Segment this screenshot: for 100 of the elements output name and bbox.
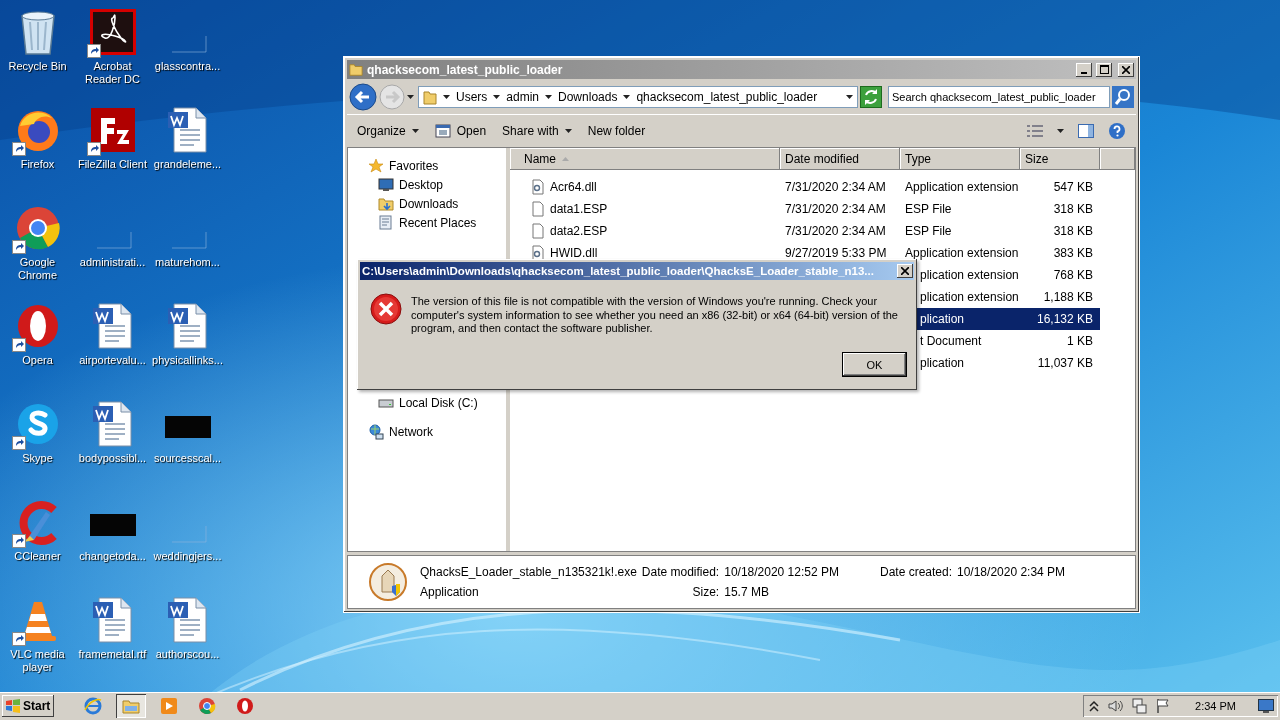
refresh-button[interactable] (860, 85, 882, 108)
icon-label: weddingjers... (153, 550, 222, 562)
file-row[interactable]: data1.ESP 7/31/2020 2:34 AM ESP File 318 KB (510, 198, 1100, 220)
folder-icon (122, 697, 140, 715)
icon-label: Acrobat Reader DC (85, 60, 140, 85)
icon-label: changetoda... (79, 550, 146, 562)
nav-item[interactable]: Favorites (389, 158, 439, 173)
speaker-icon[interactable] (1107, 698, 1124, 714)
icon-label: authorscou... (155, 648, 220, 660)
minimize-icon (1081, 71, 1087, 74)
app-icon[interactable] (88, 8, 137, 56)
icon-label: FileZilla Client (77, 158, 148, 170)
show-hidden-icons-icon[interactable] (1089, 700, 1100, 712)
caret-icon (564, 129, 572, 133)
search-icon[interactable] (1112, 85, 1134, 108)
gear-file-icon (530, 179, 546, 195)
type-cell: plication (920, 356, 965, 370)
dropdown-caret-icon (1057, 129, 1064, 133)
type-cell: plication extension (920, 268, 1019, 282)
icon-label: Opera (22, 354, 53, 366)
dialog-title: C:\Users\admin\Downloads\qhacksecom_latest_public_loader\QhacksE_Loader_stable_n13... (362, 265, 875, 277)
icon-label: sourcesscal... (153, 452, 222, 464)
file-name: Acr64.dll (550, 180, 597, 194)
error-message: The version of this file is not compatible with the version of Windows you're running. Check your computer's system information to see whether you need an x86 (32-bit) or x64 (64-bit) version of the program, and then contact the software publisher. (411, 294, 899, 336)
nav-item[interactable]: Local Disk (C:) (399, 395, 478, 410)
detail-label: Date created: (879, 565, 952, 579)
size-cell: 318 KB (1053, 202, 1093, 216)
nav-item[interactable]: Downloads (399, 196, 459, 211)
size-cell: 318 KB (1053, 224, 1093, 238)
type-cell: Application extension (905, 246, 1019, 260)
close-icon (901, 267, 909, 275)
file-row[interactable]: Acr64.dll 7/31/2020 2:34 AM Application extension 547 KB (510, 176, 1100, 198)
recent-places-icon (378, 214, 394, 231)
column-header[interactable]: Date modified (780, 148, 900, 170)
type-cell: plication extension (920, 290, 1019, 304)
maximize-button[interactable] (1096, 62, 1112, 77)
taskbar-button[interactable] (116, 694, 146, 718)
search-field[interactable]: Search qhacksecom_latest_public_loader (888, 85, 1110, 108)
column-header (1100, 148, 1135, 170)
breadcrumb-item[interactable]: qhacksecom_latest_public_loader (636, 89, 818, 104)
browser-icon (236, 697, 254, 715)
icon-label: bodypossibl... (78, 452, 147, 464)
clock[interactable]: 2:34 PM (1179, 700, 1250, 712)
nav-item[interactable]: Desktop (399, 177, 444, 192)
icon-label: CCleaner (14, 550, 61, 562)
start-button[interactable]: Start (2, 695, 54, 717)
column-header[interactable]: Type (900, 148, 1020, 170)
caret-icon (545, 94, 553, 99)
file-name: data2.ESP (550, 224, 608, 238)
icon-label: framemetal.rtf (78, 648, 147, 660)
close-button[interactable] (1118, 62, 1134, 77)
size-cell: 16,132 KB (1036, 312, 1093, 326)
show-desktop-icon[interactable] (1258, 699, 1274, 713)
caret-icon (443, 94, 450, 99)
toolbar-button[interactable]: Organize (351, 119, 425, 143)
file-type: Application (420, 585, 480, 599)
detail-value: 15.7 MB (724, 585, 770, 599)
type-cell: Application extension (905, 180, 1019, 194)
toolbar-button[interactable]: New folder (581, 119, 652, 143)
icon-label: Google Chrome (17, 256, 58, 281)
detail-value: 10/18/2020 12:52 PM (724, 565, 839, 579)
date-cell: 9/27/2019 5:33 PM (785, 246, 887, 260)
toolbar-button[interactable]: Open (428, 119, 493, 143)
type-cell: plication (920, 312, 965, 326)
preview-pane-icon[interactable] (1078, 123, 1094, 139)
file-row[interactable]: data2.ESP 7/31/2020 2:34 AM ESP File 318 KB (510, 220, 1100, 242)
type-cell: ESP File (905, 202, 952, 216)
browser-icon (84, 697, 102, 715)
column-header[interactable]: Name (510, 148, 780, 170)
back-button[interactable] (349, 82, 377, 111)
detail-value: 10/18/2020 2:34 PM (957, 565, 1066, 579)
monitor-icon (378, 176, 394, 193)
help-icon[interactable] (1108, 122, 1126, 140)
window-icon (434, 123, 451, 139)
window-title: qhacksecom_latest_public_loader (367, 62, 564, 77)
icon-label: glasscontra... (154, 60, 221, 72)
folder-icon (423, 88, 437, 105)
address-bar[interactable]: Users admin Downloads qhacksecom_latest_public_loader (418, 85, 858, 108)
size-cell: 1,188 KB (1043, 290, 1093, 304)
close-icon (1122, 65, 1130, 74)
breadcrumb-item[interactable]: Downloads (558, 89, 618, 104)
flag-icon[interactable] (1155, 698, 1172, 714)
network-icon[interactable] (1131, 698, 1148, 714)
minimize-button[interactable] (1076, 62, 1092, 77)
size-cell: 768 KB (1053, 268, 1093, 282)
size-cell: 547 KB (1053, 180, 1093, 194)
browser-icon (198, 697, 216, 715)
toolbar-button[interactable]: Share with (496, 119, 578, 143)
breadcrumb-item[interactable]: admin (506, 89, 540, 104)
app-icon[interactable] (88, 106, 137, 154)
nav-item[interactable]: Network (389, 424, 433, 439)
size-cell: 383 KB (1053, 246, 1093, 260)
nav-item[interactable]: Recent Places (399, 215, 477, 230)
history-caret-icon (407, 94, 414, 99)
icon-label: administrati... (79, 256, 146, 268)
view-options-icon[interactable] (1027, 125, 1043, 137)
breadcrumb-item[interactable]: Users (456, 89, 488, 104)
column-header[interactable]: Size (1020, 148, 1100, 170)
ok-button[interactable]: OK (843, 353, 906, 376)
close-button[interactable] (897, 264, 913, 278)
